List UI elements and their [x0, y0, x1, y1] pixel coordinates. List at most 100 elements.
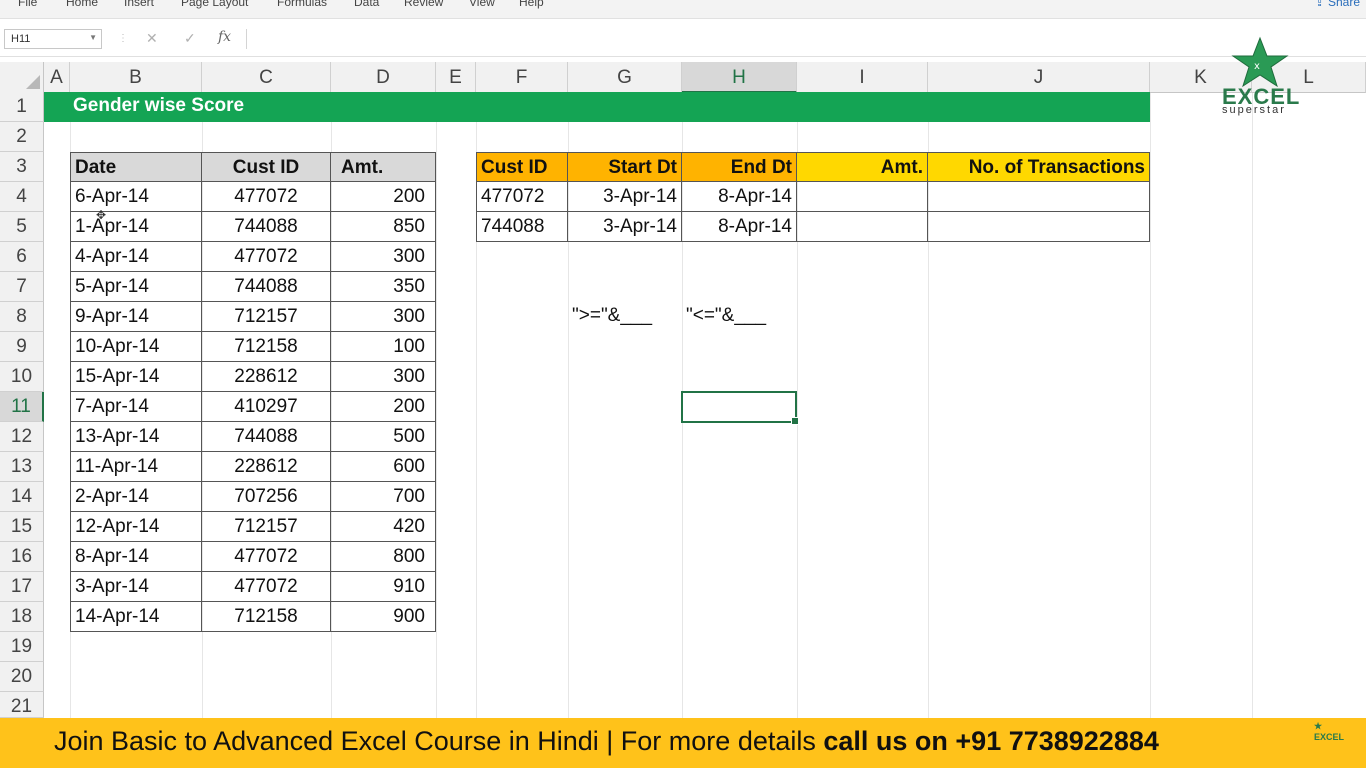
row-header-14[interactable]: 14 [0, 482, 44, 512]
data-cell-date[interactable]: 6-Apr-14 [70, 182, 202, 212]
enter-icon[interactable]: ✓ [184, 30, 196, 47]
column-header-i[interactable]: I [797, 62, 928, 93]
share-button[interactable]: ⇪ Share [1315, 0, 1360, 9]
summary-cell-transactions[interactable] [928, 212, 1150, 242]
data-cell-cust-id[interactable]: 712157 [202, 512, 331, 542]
tab-insert[interactable]: Insert [124, 0, 154, 9]
data-cell-amt[interactable]: 850 [331, 212, 436, 242]
row-header-5[interactable]: 5 [0, 212, 44, 242]
row-header-20[interactable]: 20 [0, 662, 44, 692]
data-cell-amt[interactable]: 100 [331, 332, 436, 362]
column-header-f[interactable]: F [476, 62, 568, 93]
select-all-button[interactable] [0, 62, 44, 93]
row-header-4[interactable]: 4 [0, 182, 44, 212]
column-header-b[interactable]: B [70, 62, 202, 93]
summary-cell[interactable]: 744088 [476, 212, 568, 242]
data-cell-date[interactable]: 13-Apr-14 [70, 422, 202, 452]
summary-cell[interactable]: 3-Apr-14 [568, 212, 682, 242]
row-header-19[interactable]: 19 [0, 632, 44, 662]
data-cell-cust-id[interactable]: 477072 [202, 182, 331, 212]
tab-data[interactable]: Data [354, 0, 379, 9]
row-header-6[interactable]: 6 [0, 242, 44, 272]
row-header-15[interactable]: 15 [0, 512, 44, 542]
tab-formulas[interactable]: Formulas [277, 0, 327, 9]
data-cell-cust-id[interactable]: 712158 [202, 602, 331, 632]
data-cell-amt[interactable]: 300 [331, 242, 436, 272]
summary-cell[interactable]: 8-Apr-14 [682, 212, 797, 242]
fill-handle[interactable] [791, 417, 799, 425]
data-cell-cust-id[interactable]: 477072 [202, 572, 331, 602]
row-header-9[interactable]: 9 [0, 332, 44, 362]
data-cell-amt[interactable]: 300 [331, 302, 436, 332]
column-header-a[interactable]: A [44, 62, 70, 93]
data-cell-cust-id[interactable]: 712157 [202, 302, 331, 332]
data-cell-date[interactable]: 2-Apr-14 [70, 482, 202, 512]
row-header-18[interactable]: 18 [0, 602, 44, 632]
name-box[interactable]: H11 ▼ [4, 29, 102, 49]
data-cell-cust-id[interactable]: 228612 [202, 452, 331, 482]
data-cell-amt[interactable]: 300 [331, 362, 436, 392]
data-cell-amt[interactable]: 700 [331, 482, 436, 512]
data-cell-date[interactable]: 12-Apr-14 [70, 512, 202, 542]
tab-home[interactable]: Home [66, 0, 98, 9]
summary-cell-amt[interactable] [797, 182, 928, 212]
summary-header-start-dt[interactable]: Start Dt [568, 152, 682, 182]
data-cell-amt[interactable]: 800 [331, 542, 436, 572]
data-cell-cust-id[interactable]: 744088 [202, 212, 331, 242]
data-cell-cust-id[interactable]: 744088 [202, 422, 331, 452]
data-cell-amt[interactable]: 200 [331, 392, 436, 422]
data-cell-date[interactable]: 1-Apr-14 [70, 212, 202, 242]
data-cell-date[interactable]: 9-Apr-14 [70, 302, 202, 332]
summary-cell-amt[interactable] [797, 212, 928, 242]
data-cell-amt[interactable]: 910 [331, 572, 436, 602]
tab-file[interactable]: File [18, 0, 37, 9]
summary-header-cust-id[interactable]: Cust ID [476, 152, 568, 182]
summary-cell-transactions[interactable] [928, 182, 1150, 212]
column-header-d[interactable]: D [331, 62, 436, 93]
summary-header-amt[interactable]: Amt. [797, 152, 928, 182]
column-header-e[interactable]: E [436, 62, 476, 93]
row-header-1[interactable]: 1 [0, 92, 44, 122]
row-header-2[interactable]: 2 [0, 122, 44, 152]
data-cell-cust-id[interactable]: 707256 [202, 482, 331, 512]
row-header-10[interactable]: 10 [0, 362, 44, 392]
summary-cell[interactable]: 3-Apr-14 [568, 182, 682, 212]
column-header-c[interactable]: C [202, 62, 331, 93]
data-cell-date[interactable]: 15-Apr-14 [70, 362, 202, 392]
row-header-16[interactable]: 16 [0, 542, 44, 572]
tab-page-layout[interactable]: Page Layout [181, 0, 248, 9]
data-cell-date[interactable]: 5-Apr-14 [70, 272, 202, 302]
active-cell-h11[interactable] [681, 391, 799, 425]
row-header-7[interactable]: 7 [0, 272, 44, 302]
data-cell-cust-id[interactable]: 228612 [202, 362, 331, 392]
data-cell-date[interactable]: 7-Apr-14 [70, 392, 202, 422]
row-header-13[interactable]: 13 [0, 452, 44, 482]
data-cell-date[interactable]: 11-Apr-14 [70, 452, 202, 482]
data-cell-date[interactable]: 10-Apr-14 [70, 332, 202, 362]
tab-help[interactable]: Help [519, 0, 544, 9]
table-header-cust-id[interactable]: Cust ID [202, 152, 331, 182]
column-header-g[interactable]: G [568, 62, 682, 93]
summary-header-transactions[interactable]: No. of Transactions [928, 152, 1150, 182]
data-cell-date[interactable]: 14-Apr-14 [70, 602, 202, 632]
row-header-12[interactable]: 12 [0, 422, 44, 452]
table-header-amt[interactable]: Amt. [331, 152, 436, 182]
row-header-21[interactable]: 21 [0, 692, 44, 718]
data-cell-amt[interactable]: 350 [331, 272, 436, 302]
data-cell-date[interactable]: 8-Apr-14 [70, 542, 202, 572]
tab-review[interactable]: Review [404, 0, 443, 9]
column-header-j[interactable]: J [928, 62, 1150, 93]
data-cell-cust-id[interactable]: 410297 [202, 392, 331, 422]
data-cell-amt[interactable]: 500 [331, 422, 436, 452]
chevron-down-icon[interactable]: ▼ [89, 33, 97, 42]
data-cell-amt[interactable]: 200 [331, 182, 436, 212]
data-cell-date[interactable]: 4-Apr-14 [70, 242, 202, 272]
table-header-date[interactable]: Date [70, 152, 202, 182]
cancel-icon[interactable]: ✕ [146, 30, 158, 47]
summary-header-end-dt[interactable]: End Dt [682, 152, 797, 182]
data-cell-cust-id[interactable]: 744088 [202, 272, 331, 302]
row-header-11[interactable]: 11 [0, 392, 44, 422]
data-cell-date[interactable]: 3-Apr-14 [70, 572, 202, 602]
row-header-3[interactable]: 3 [0, 152, 44, 182]
data-cell-amt[interactable]: 900 [331, 602, 436, 632]
